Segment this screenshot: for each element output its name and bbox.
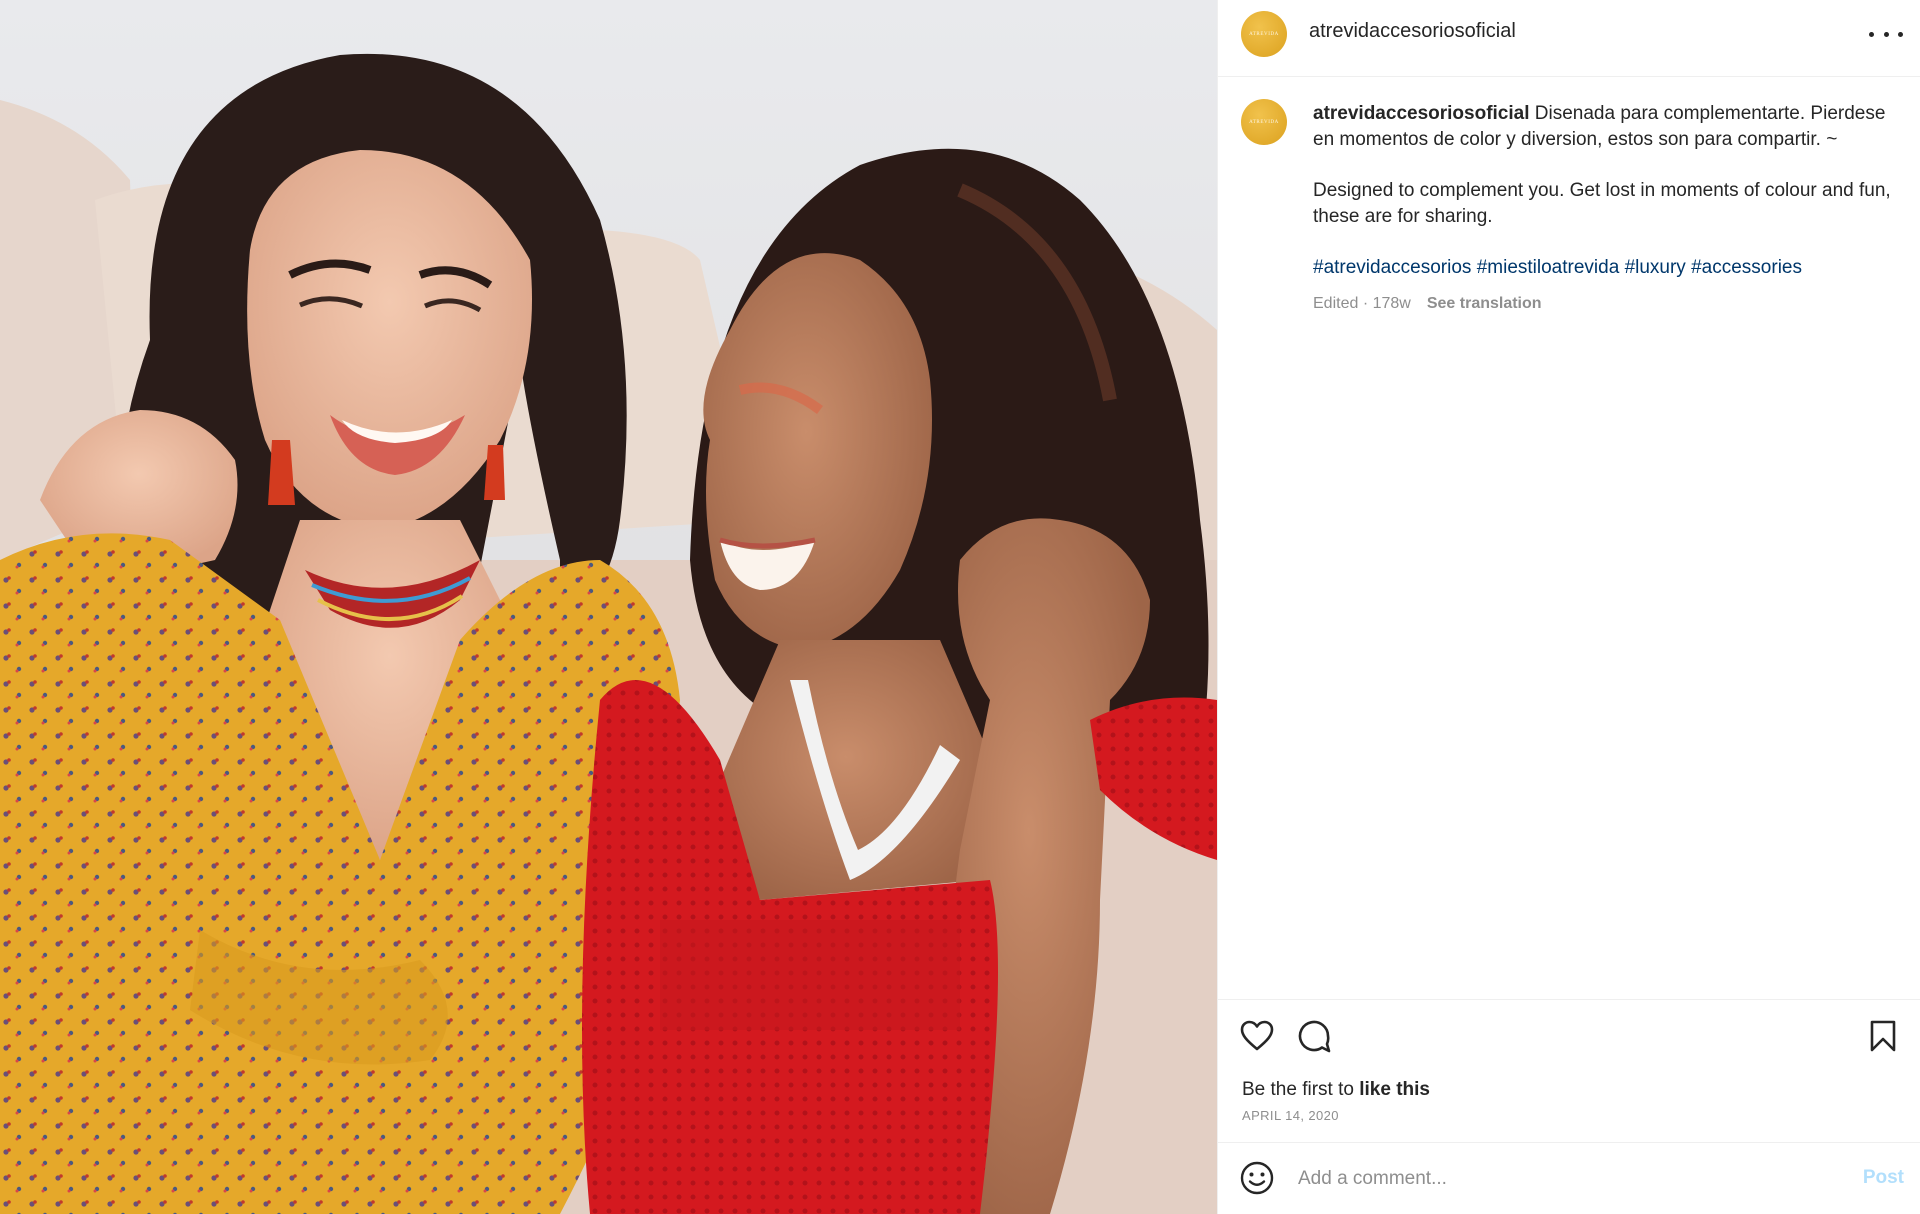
more-options-icon[interactable]: [1869, 22, 1903, 46]
comment-input[interactable]: [1298, 1163, 1818, 1195]
author-avatar[interactable]: ATREVIDA: [1241, 11, 1287, 57]
smiley-icon[interactable]: [1240, 1161, 1274, 1195]
post-header: ATREVIDA atrevidaccesoriosoficial: [1218, 0, 1920, 77]
caption-username[interactable]: atrevidaccesoriosoficial: [1313, 103, 1530, 124]
hashtag-link[interactable]: #atrevidaccesorios: [1313, 257, 1471, 278]
caption-english: Designed to complement you. Get lost in …: [1313, 180, 1891, 227]
post-date[interactable]: APRIL 14, 2020: [1242, 1108, 1339, 1123]
post-comment-button[interactable]: Post: [1863, 1167, 1904, 1189]
comment-form: Post: [1218, 1142, 1920, 1214]
author-username[interactable]: atrevidaccesoriosoficial: [1309, 20, 1516, 43]
hashtag-link[interactable]: #miestiloatrevida: [1477, 257, 1620, 278]
avatar-logo-text: ATREVIDA: [1249, 31, 1279, 37]
see-translation-button[interactable]: See translation: [1427, 291, 1542, 317]
hashtag-link[interactable]: #accessories: [1691, 257, 1802, 278]
post-photo[interactable]: [0, 0, 1217, 1214]
caption-text: atrevidaccesoriosoficial Disenada para c…: [1313, 101, 1903, 317]
heart-icon[interactable]: [1240, 1020, 1274, 1052]
bookmark-icon[interactable]: [1869, 1020, 1897, 1052]
post-side-panel: ATREVIDA atrevidaccesoriosoficial ATREVI…: [1217, 0, 1920, 1214]
caption-author-avatar[interactable]: ATREVIDA: [1241, 99, 1287, 145]
post-actions: Be the first to like this APRIL 14, 2020: [1218, 999, 1920, 1142]
hashtag-list: #atrevidaccesorios #miestiloatrevida #lu…: [1313, 255, 1903, 281]
photo-illustration: [0, 53, 1217, 1214]
likes-prefix: Be the first to: [1242, 1079, 1354, 1100]
avatar-logo-text: ATREVIDA: [1249, 119, 1279, 125]
comment-bubble-icon[interactable]: [1297, 1020, 1331, 1054]
likes-summary: Be the first to like this: [1242, 1079, 1430, 1101]
edited-timestamp: Edited · 178w: [1313, 295, 1411, 312]
hashtag-link[interactable]: #luxury: [1625, 257, 1686, 278]
like-this-link[interactable]: like this: [1359, 1079, 1430, 1100]
caption-meta: Edited · 178w See translation: [1313, 291, 1903, 317]
